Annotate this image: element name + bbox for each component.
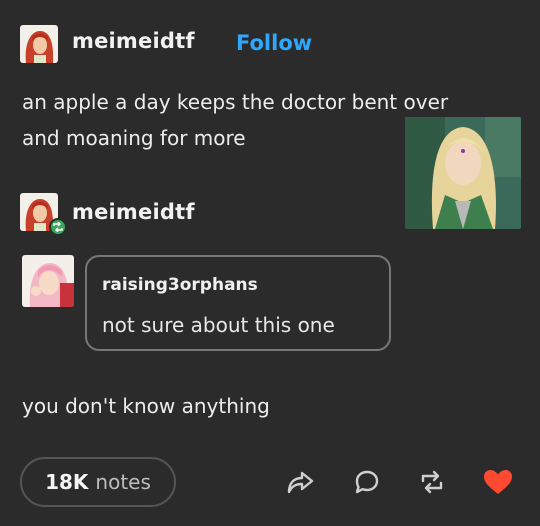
- reblog-badge-icon: [49, 218, 67, 236]
- post-image[interactable]: [405, 117, 521, 229]
- reblog-button[interactable]: [415, 465, 449, 499]
- share-icon: [287, 471, 314, 494]
- reply-text: not sure about this one: [102, 313, 335, 337]
- notes-label: notes: [95, 470, 151, 494]
- notes-button[interactable]: 18K notes: [20, 457, 176, 507]
- reblog-icon: [421, 470, 443, 494]
- reblogger-username[interactable]: meimeidtf: [72, 200, 195, 224]
- author-avatar[interactable]: [20, 25, 58, 63]
- reply-author-username[interactable]: raising3orphans: [102, 275, 258, 295]
- heart-icon: [484, 470, 512, 494]
- author-username[interactable]: meimeidtf: [72, 29, 195, 53]
- follow-button[interactable]: Follow: [236, 31, 312, 55]
- share-button[interactable]: [283, 465, 317, 499]
- comment-icon: [355, 470, 379, 494]
- comment-button[interactable]: [350, 465, 384, 499]
- reply-author-avatar[interactable]: [22, 255, 74, 307]
- reblog-comment-text: you don't know anything: [22, 394, 270, 418]
- notes-count: 18K: [45, 470, 89, 494]
- like-button[interactable]: [481, 465, 515, 499]
